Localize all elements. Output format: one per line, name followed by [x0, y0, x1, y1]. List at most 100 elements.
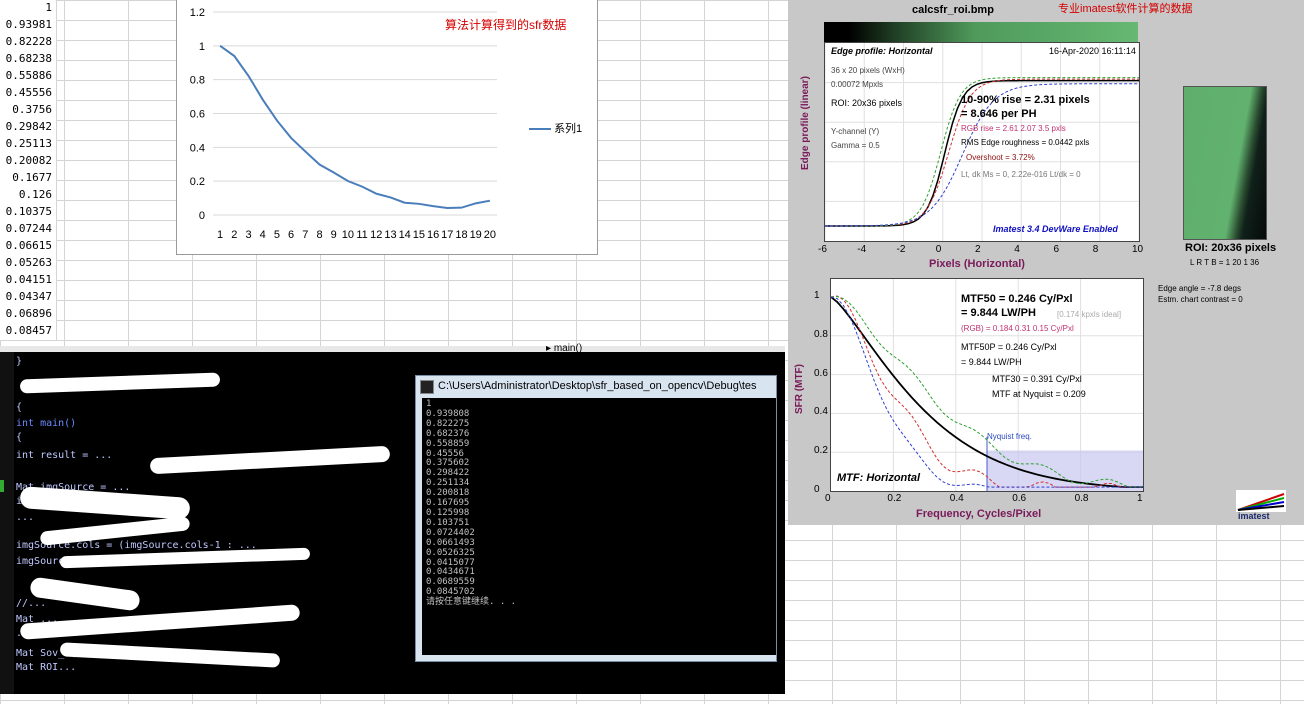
scribble	[19, 486, 191, 520]
x-tick-label: 13	[384, 229, 396, 241]
cell-value[interactable]: 0.10375	[6, 205, 52, 218]
edge-x-tick: -2	[896, 244, 906, 255]
code-line: int main()	[16, 418, 77, 429]
y-tick-label: 0.6	[190, 109, 205, 121]
cell-value[interactable]: 0.07244	[6, 222, 52, 235]
x-tick-label: 7	[302, 229, 308, 241]
x-tick-label: 12	[370, 229, 382, 241]
x-tick-label: 17	[441, 229, 453, 241]
mtf-x-tick: 0	[825, 493, 831, 504]
x-tick-label: 5	[274, 229, 280, 241]
imatest-window[interactable]: calcsfr_roi.bmp 专业imatest软件计算的数据 Edge pr…	[788, 0, 1304, 525]
imatest-logo-graphic	[1236, 490, 1286, 512]
console-line: 0.251134	[426, 478, 470, 489]
console-line: 0.125998	[426, 507, 470, 518]
x-tick-label: 3	[245, 229, 251, 241]
cell-value[interactable]: 0.06615	[6, 239, 52, 252]
cell-value[interactable]: 0.82228	[6, 35, 52, 48]
roi-label: ROI: 20x36 pixels	[1185, 242, 1277, 254]
mtf-x-tick: 1	[1137, 493, 1143, 504]
console-line: 0.822275	[426, 418, 470, 429]
edge-overshoot: Overshoot = 3.72%	[966, 153, 1035, 162]
cell-value[interactable]: 0.06896	[6, 307, 52, 320]
x-tick-label: 16	[427, 229, 439, 241]
change-marker	[0, 480, 4, 492]
console-line: 0.200818	[426, 488, 470, 499]
cell-value[interactable]: 0.20082	[6, 154, 52, 167]
mtf50p-lwph: = 9.844 LW/PH	[961, 357, 1022, 367]
spreadsheet-column-a[interactable]: 1 0.93981 0.82228 0.68238 0.55886 0.45556 0.37…	[0, 0, 57, 340]
y-tick-label: 0.8	[190, 75, 205, 87]
mtf-lwph: = 9.844 LW/PH	[961, 307, 1036, 319]
cell-value[interactable]: 0.68238	[6, 52, 52, 65]
edge-gradient-strip	[824, 22, 1138, 42]
y-tick-label: 1	[199, 41, 205, 53]
chart-contrast: Estm. chart contrast = 0	[1158, 295, 1243, 304]
cell-value[interactable]: 0.04151	[6, 273, 52, 286]
mtf-x-tick: 0.4	[949, 493, 964, 504]
edge-mpxls: 0.00072 Mpxls	[831, 80, 884, 89]
cell-value[interactable]: 0.05263	[6, 256, 52, 269]
console-line: 1	[426, 399, 432, 409]
x-tick-label: 1	[217, 229, 223, 241]
console-line: 0.0415077	[426, 557, 475, 568]
y-tick-label: 0.2	[190, 176, 205, 188]
y-tick-label: 1.2	[190, 7, 205, 19]
excel-line-chart[interactable]: 0 0.2 0.4 0.6 0.8 1 1.2 1 2 3 4 5 6 7 8 9 10 11 12 13 14 15 16…	[176, 0, 598, 255]
x-tick-label: 9	[331, 229, 337, 241]
console-line: 0.0434671	[426, 567, 475, 578]
x-tick-label: 10	[342, 229, 354, 241]
console-window[interactable]: C:\Users\Administrator\Desktop\sfr_based…	[415, 375, 777, 662]
console-line: 0.682376	[426, 428, 470, 439]
cell-value[interactable]: 0.08457	[6, 324, 52, 337]
x-tick-label: 15	[413, 229, 425, 241]
console-title: C:\Users\Administrator\Desktop\sfr_based…	[438, 380, 757, 392]
nyquist-freq-label: Nyquist freq.	[987, 432, 1032, 441]
edge-channel: Y-channel (Y)	[831, 127, 880, 136]
mtf-ylabel: SFR (MTF)	[794, 364, 805, 414]
mtf-ideal: [0.174 kpxls ideal]	[1057, 310, 1122, 319]
mtf-nyquist: MTF at Nyquist = 0.209	[992, 389, 1086, 399]
console-line: 0.167695	[426, 498, 470, 509]
x-tick-label: 14	[399, 229, 411, 241]
edge-profile-plot: Edge profile: Horizontal 16-Apr-2020 16:…	[824, 42, 1140, 242]
code-line: //...	[16, 598, 47, 609]
console-output[interactable]: 1 0.939808 0.822275 0.682376 0.558859 0.45556…	[422, 398, 776, 655]
legend-label: 系列1	[554, 123, 583, 135]
x-tick-label: 18	[455, 229, 467, 241]
imatest-logo-text: imatest	[1238, 511, 1270, 521]
cell-value[interactable]: 0.3756	[12, 103, 52, 116]
mtf-x-tick: 0.2	[887, 493, 902, 504]
cell-value[interactable]: 0.45556	[6, 86, 52, 99]
y-tick-label: 0.4	[190, 142, 205, 154]
cell-value[interactable]: 0.1677	[12, 171, 52, 184]
cell-value[interactable]: 1	[45, 1, 52, 14]
editor-gutter	[0, 352, 14, 694]
edge-x-tick: 0	[935, 244, 942, 255]
cell-value[interactable]: 0.04347	[6, 290, 52, 303]
series-line	[219, 45, 491, 209]
x-tick-label: 4	[260, 229, 266, 241]
cell-value[interactable]: 0.29842	[6, 120, 52, 133]
x-tick-label: 8	[316, 229, 322, 241]
console-line: 0.558859	[426, 438, 470, 449]
mtf-x-tick: 0.6	[1012, 493, 1027, 504]
cell-value[interactable]: 0.126	[19, 188, 52, 201]
console-line: 请按任意键继续. . .	[426, 597, 517, 608]
imatest-logo: imatest	[1236, 490, 1286, 522]
edge-devware: Imatest 3.4 DevWare Enabled	[993, 224, 1118, 234]
roi-lrtb: L R T B = 1 20 1 36	[1190, 258, 1260, 267]
legend-swatch	[529, 128, 551, 131]
edge-x-tick: 8	[1092, 244, 1099, 255]
edge-rgbrise: RGB rise = 2.61 2.07 3.5 pxls	[961, 124, 1066, 133]
code-line: }	[16, 356, 23, 367]
cell-value[interactable]: 0.25113	[6, 137, 52, 150]
mtf-y-tick: 0.4	[814, 406, 828, 418]
x-tick-label: 20	[484, 229, 496, 241]
cell-value[interactable]: 0.55886	[6, 69, 52, 82]
mtf-y-tick: 0.6	[814, 367, 828, 379]
edge-xlabel: Pixels (Horizontal)	[929, 258, 1025, 270]
cell-value[interactable]: 0.93981	[6, 18, 52, 31]
mtf-xlabel: Frequency, Cycles/Pixel	[916, 508, 1042, 520]
mtf50p: MTF50P = 0.246 Cy/Pxl	[961, 342, 1057, 352]
